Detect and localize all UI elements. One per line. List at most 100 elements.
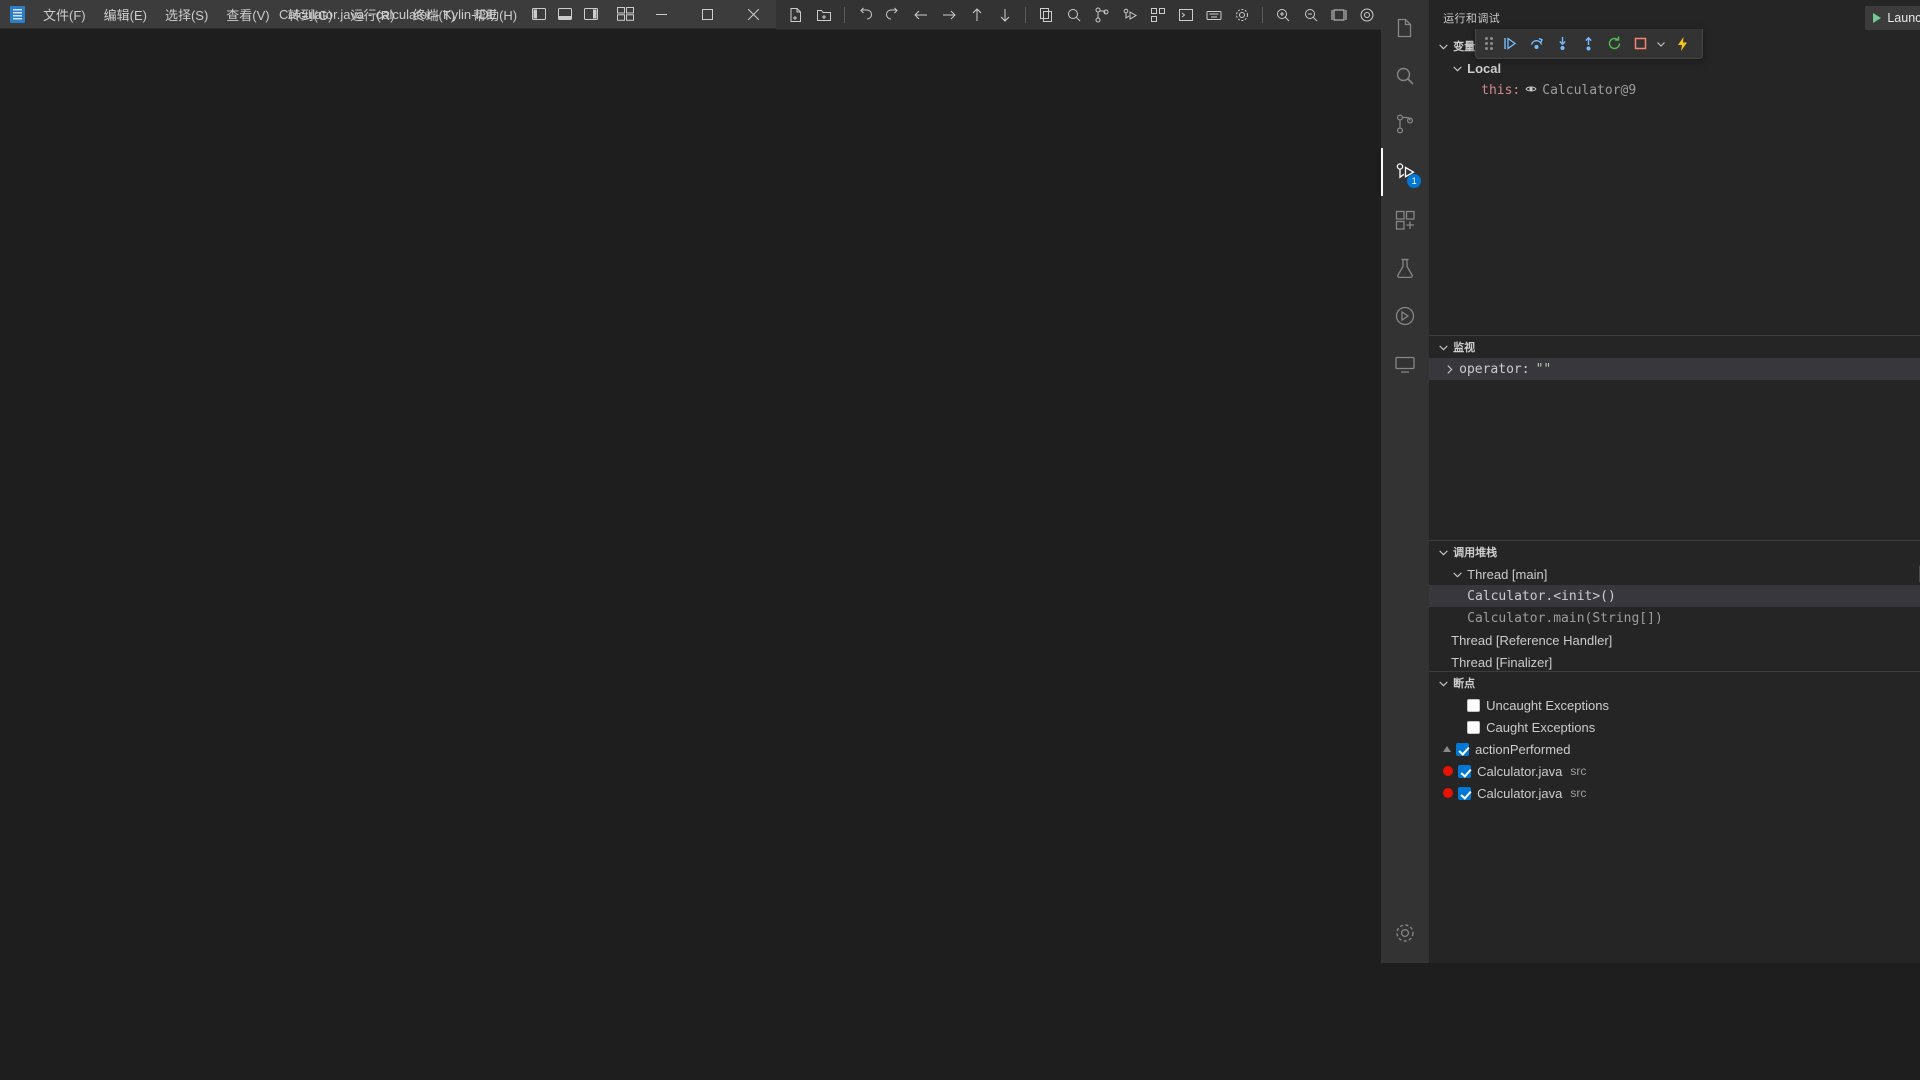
toggle-secondary-sidebar-icon[interactable] bbox=[578, 0, 604, 29]
activity-search[interactable] bbox=[1381, 52, 1429, 100]
launch-config-control[interactable]: Launch Calculator bbox=[1865, 5, 1920, 30]
minimize-button[interactable] bbox=[638, 0, 684, 29]
activity-extensions[interactable] bbox=[1381, 196, 1429, 244]
debug-toolbar-chevron-down-icon[interactable] bbox=[1654, 32, 1668, 56]
arrow-up-icon[interactable] bbox=[963, 2, 991, 28]
activity-source-control[interactable] bbox=[1381, 100, 1429, 148]
redo-icon[interactable] bbox=[879, 2, 907, 28]
breakpoint-file-1[interactable]: Calculator.java src 20 bbox=[1429, 760, 1920, 782]
menu-terminal[interactable]: 终端(T) bbox=[403, 1, 464, 28]
breakpoint-file-2[interactable]: Calculator.java src 41 bbox=[1429, 782, 1920, 800]
zoom-out-icon[interactable] bbox=[1297, 2, 1325, 28]
breakpoint-checkbox[interactable] bbox=[1467, 720, 1481, 734]
callstack-thread-1[interactable]: Thread [Reference Handler] 正在运行 bbox=[1429, 629, 1920, 651]
debug-continue-icon[interactable] bbox=[1498, 32, 1522, 56]
object-icon bbox=[1525, 83, 1537, 98]
breakpoint-checkbox[interactable] bbox=[1458, 764, 1472, 778]
watch-expression-row[interactable]: operator: "" bbox=[1429, 358, 1920, 380]
close-button[interactable] bbox=[730, 0, 776, 29]
chevron-down-icon bbox=[1437, 546, 1449, 558]
activity-java-projects[interactable] bbox=[1381, 292, 1429, 340]
activity-remote-explorer[interactable] bbox=[1381, 340, 1429, 388]
chevron-down-icon bbox=[1437, 341, 1449, 353]
callstack-thread-main[interactable]: Thread [main] ▣因 BREAKPOINT 已暂停 bbox=[1429, 563, 1920, 585]
settings-gear-icon[interactable] bbox=[1228, 2, 1256, 28]
variable-name: this: bbox=[1481, 82, 1521, 98]
debug-step-out-icon[interactable] bbox=[1576, 32, 1600, 56]
watch-section-header[interactable]: 监视 bbox=[1429, 336, 1920, 358]
variable-row-this[interactable]: this: Calculator@9 bbox=[1429, 79, 1920, 101]
breakpoint-checkbox[interactable] bbox=[1467, 698, 1481, 712]
debug-step-into-icon[interactable] bbox=[1550, 32, 1574, 56]
customize-layout-icon[interactable] bbox=[612, 0, 638, 29]
callstack-frame-0[interactable]: Calculator.<init>() Calculator.java 20:1 bbox=[1429, 585, 1920, 607]
terminal-panel-icon[interactable] bbox=[1172, 2, 1200, 28]
menu-edit[interactable]: 编辑(E) bbox=[95, 1, 156, 28]
activity-explorer[interactable] bbox=[1381, 4, 1429, 52]
breakpoint-label: actionPerformed bbox=[1475, 741, 1571, 757]
variables-title: 变量 bbox=[1453, 41, 1476, 53]
breakpoint-caught-exceptions[interactable]: Caught Exceptions bbox=[1429, 716, 1920, 738]
search-icon[interactable] bbox=[1060, 2, 1088, 28]
debug-hot-reload-icon[interactable] bbox=[1670, 32, 1694, 56]
extensions-icon[interactable] bbox=[1144, 2, 1172, 28]
toggle-panel-icon[interactable] bbox=[552, 0, 578, 29]
debug-stop-icon[interactable] bbox=[1628, 32, 1652, 56]
start-debugging-button[interactable]: Launch Calculator bbox=[1866, 6, 1920, 30]
callstack-frame-1[interactable]: Calculator.main(String[]) Calculator.jav… bbox=[1429, 607, 1920, 629]
window-controls bbox=[526, 0, 776, 29]
fit-screen-icon[interactable] bbox=[1325, 2, 1353, 28]
copy-icon[interactable] bbox=[1032, 2, 1060, 28]
callstack-section-header[interactable]: 调用堆栈 bbox=[1429, 541, 1920, 563]
maximize-button[interactable] bbox=[684, 0, 730, 29]
menu-view[interactable]: 查看(V) bbox=[217, 1, 278, 28]
menu-file[interactable]: 文件(F) bbox=[34, 1, 95, 28]
watch-list[interactable]: operator: "" bbox=[1429, 358, 1920, 540]
menu-run[interactable]: 运行(R) bbox=[341, 1, 403, 28]
variables-tree[interactable]: Local this: Calculator@9 bbox=[1429, 57, 1920, 335]
breakpoint-checkbox[interactable] bbox=[1456, 742, 1470, 756]
breakpoints-section-header[interactable]: 断点 bbox=[1429, 672, 1920, 694]
chevron-down-icon bbox=[1437, 40, 1449, 52]
debug-step-over-icon[interactable] bbox=[1524, 32, 1548, 56]
target-icon[interactable] bbox=[1353, 2, 1381, 28]
activity-testing[interactable] bbox=[1381, 244, 1429, 292]
chevron-down-icon bbox=[1437, 677, 1449, 689]
thread-label: Thread [Reference Handler] bbox=[1451, 632, 1613, 648]
activity-bar[interactable]: 1 bbox=[1381, 0, 1430, 963]
debug-toolbar-drag-handle[interactable] bbox=[1484, 35, 1494, 53]
callstack-tree[interactable]: Thread [main] ▣因 BREAKPOINT 已暂停 Calculat… bbox=[1429, 563, 1920, 671]
back-icon[interactable] bbox=[907, 2, 935, 28]
source-control-icon[interactable] bbox=[1088, 2, 1116, 28]
watch-section: 监视 operator: "" bbox=[1429, 335, 1920, 540]
breakpoint-checkbox[interactable] bbox=[1458, 786, 1472, 800]
arrow-down-icon[interactable] bbox=[991, 2, 1019, 28]
breakpoint-detail: src bbox=[1570, 786, 1587, 800]
menu-go[interactable]: 转到(G) bbox=[279, 1, 342, 28]
toggle-primary-sidebar-icon[interactable] bbox=[526, 0, 552, 29]
debug-restart-icon[interactable] bbox=[1602, 32, 1626, 56]
run-and-debug-icon[interactable] bbox=[1116, 2, 1144, 28]
variables-scope-local[interactable]: Local bbox=[1429, 57, 1920, 79]
menu-selection[interactable]: 选择(S) bbox=[156, 1, 217, 28]
breakpoints-list[interactable]: Uncaught Exceptions Caught Exceptions ac… bbox=[1429, 694, 1920, 800]
activity-run-and-debug[interactable]: 1 bbox=[1381, 148, 1429, 196]
breakpoint-uncaught-exceptions[interactable]: Uncaught Exceptions bbox=[1429, 694, 1920, 716]
new-folder-icon[interactable] bbox=[810, 2, 838, 28]
frame-label: Calculator.<init>() bbox=[1467, 588, 1616, 604]
forward-icon[interactable] bbox=[935, 2, 963, 28]
zoom-in-icon[interactable] bbox=[1269, 2, 1297, 28]
main-toolbar bbox=[776, 0, 1704, 59]
debug-toolbar[interactable] bbox=[1475, 29, 1704, 59]
activity-manage-settings[interactable] bbox=[1381, 909, 1429, 957]
undo-icon[interactable] bbox=[851, 2, 879, 28]
keyboard-icon[interactable] bbox=[1200, 2, 1228, 28]
new-file-icon[interactable] bbox=[782, 2, 810, 28]
title-bar: 文件(F) 编辑(E) 选择(S) 查看(V) 转到(G) 运行(R) 终端(T… bbox=[0, 0, 777, 29]
variable-value: Calculator@9 bbox=[1542, 82, 1637, 98]
callstack-thread-2[interactable]: Thread [Finalizer] 正在运行 bbox=[1429, 651, 1920, 671]
function-breakpoint-icon bbox=[1443, 746, 1452, 752]
menu-help[interactable]: 帮助(H) bbox=[464, 1, 526, 28]
breakpoint-function-actionperformed[interactable]: actionPerformed bbox=[1429, 738, 1920, 760]
menu-bar[interactable]: 文件(F) 编辑(E) 选择(S) 查看(V) 转到(G) 运行(R) 终端(T… bbox=[34, 0, 526, 29]
